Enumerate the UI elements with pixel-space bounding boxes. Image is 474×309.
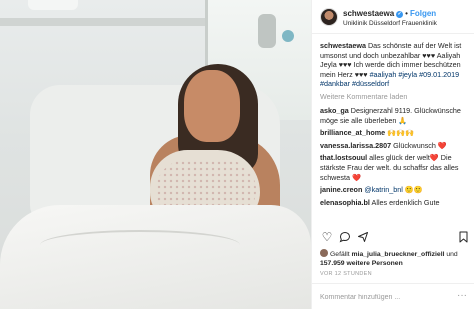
post-timestamp: VOR 12 STUNDEN — [320, 271, 372, 277]
share-icon[interactable] — [356, 230, 370, 244]
comments-list[interactable]: schwestaewa Das schönste auf der Welt is… — [320, 41, 470, 227]
likes-count[interactable]: 157.959 weitere Personen — [320, 260, 403, 267]
comment-text: @katrin_bnl 🙂🙂 — [364, 185, 423, 195]
comment: vanessa.larissa.2807 Glückwunsch ❤️ — [320, 141, 470, 151]
header-user-line: schwestaewa ✓ • Folgen — [343, 9, 436, 18]
bookmark-icon[interactable] — [456, 230, 470, 244]
verified-badge-icon: ✓ — [396, 11, 404, 18]
comment: that.lostsouul alles glück der welt❤️ Di… — [320, 153, 470, 182]
add-comment-bar: ··· — [312, 283, 474, 309]
person-face — [184, 70, 240, 142]
caption: schwestaewa Das schönste auf der Welt is… — [320, 41, 470, 89]
comment-username[interactable]: brilliance_at_home — [320, 128, 385, 137]
likes-summary: Gefällt mia_julia_brueckner_offiziell un… — [320, 249, 470, 268]
comment-username[interactable]: vanessa.larissa.2807 — [320, 141, 391, 150]
heart-icon[interactable]: ♡ — [320, 230, 334, 244]
blanket-fold — [40, 230, 240, 260]
comment-text: 🙌🙌🙌 — [387, 128, 414, 138]
follow-button[interactable]: Folgen — [410, 9, 436, 18]
comment-text: Glückwunsch ❤️ — [393, 140, 447, 150]
likes-middle: und — [446, 251, 458, 258]
comment: asko_ga Designerzahl 9119. Glückwünsche … — [320, 106, 470, 125]
load-more-comments[interactable]: Weitere Kommentare laden — [320, 92, 470, 101]
avatar[interactable] — [320, 8, 338, 26]
ceiling-lamp — [28, 0, 78, 10]
comment-username[interactable]: janine.creon — [320, 185, 362, 194]
comment: elenasophia.bl Alles erdenklich Gute — [320, 198, 470, 208]
post-header: schwestaewa ✓ • Folgen Uniklinik Düsseldorf… — [312, 0, 474, 34]
liker-avatar — [320, 249, 328, 257]
wall-knob — [282, 30, 294, 42]
wall-valve — [258, 14, 276, 48]
add-comment-input[interactable] — [320, 291, 440, 303]
header-username[interactable]: schwestaewa — [343, 9, 394, 18]
likes-prefix: Gefällt — [330, 251, 350, 258]
comment-username[interactable]: that.lostsouul — [320, 153, 367, 162]
comment: janine.creon @katrin_bnl 🙂🙂 — [320, 185, 470, 195]
more-options-icon[interactable]: ··· — [457, 290, 467, 301]
post-sidebar: schwestaewa ✓ • Folgen Uniklinik Düsseldorf… — [311, 0, 474, 309]
header-separator: • — [405, 9, 408, 18]
action-bar: ♡ — [320, 230, 470, 246]
comment-username[interactable]: elenasophia.bl — [320, 198, 370, 207]
comment-text: Alles erdenklich Gute — [371, 197, 440, 207]
liker-username[interactable]: mia_julia_brueckner_offiziell — [352, 251, 445, 258]
caption-username[interactable]: schwestaewa — [320, 41, 366, 50]
comment: brilliance_at_home 🙌🙌🙌 — [320, 128, 470, 138]
comment-icon[interactable] — [338, 230, 352, 244]
comment-username[interactable]: asko_ga — [320, 106, 349, 115]
location-link[interactable]: Uniklinik Düsseldorf Frauenklinik — [343, 20, 437, 27]
post-photo[interactable] — [0, 0, 311, 309]
